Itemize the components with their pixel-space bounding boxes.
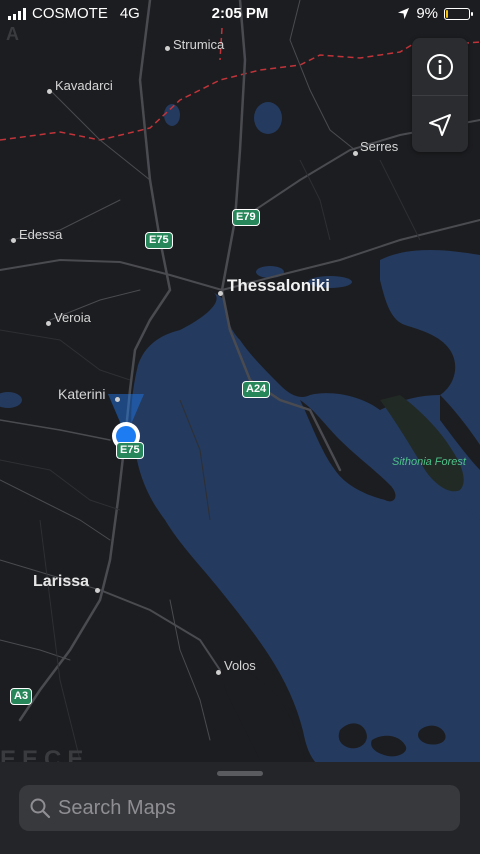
lake-kerkini (254, 102, 282, 134)
city-dot-larissa (95, 588, 100, 593)
current-location-button[interactable] (412, 95, 468, 152)
city-dot-thessaloniki (218, 291, 223, 296)
city-label-larissa[interactable]: Larissa (33, 573, 89, 591)
city-label-veroia[interactable]: Veroia (54, 310, 91, 325)
road-shield-e75-north: E75 (145, 232, 173, 249)
city-label-kavadarci[interactable]: Kavadarci (55, 78, 113, 93)
city-label-thessaloniki[interactable]: Thessaloniki (227, 276, 330, 296)
road-shield-e79: E79 (232, 209, 260, 226)
city-label-volos[interactable]: Volos (224, 658, 256, 673)
info-button[interactable] (412, 38, 468, 95)
city-label-strumica[interactable]: Strumica (173, 37, 224, 52)
city-label-katerini[interactable]: Katerini (58, 386, 105, 402)
city-dot-veroia (46, 321, 51, 326)
location-services-icon (398, 7, 410, 20)
search-field[interactable]: Search Maps (19, 785, 460, 831)
road-shield-a3: A3 (10, 688, 33, 705)
search-icon (30, 798, 51, 819)
city-dot-strumica (165, 46, 170, 51)
city-dot-volos (216, 670, 221, 675)
city-label-serres[interactable]: Serres (360, 139, 398, 154)
road-shield-a24: A24 (242, 381, 271, 398)
city-dot-edessa (11, 238, 16, 243)
bottom-sheet[interactable]: Search Maps (0, 762, 480, 854)
city-label-edessa[interactable]: Edessa (19, 227, 62, 242)
feature-label-sithonia-forest: Sithonia Forest (392, 456, 466, 468)
location-arrow-icon (429, 113, 451, 136)
road-shield-e75-south: E75 (116, 442, 144, 459)
sheet-grabber[interactable] (217, 771, 263, 776)
battery-icon (444, 7, 473, 20)
battery-percent: 9% (416, 5, 438, 22)
city-dot-katerini (115, 397, 120, 402)
map-controls (412, 38, 468, 152)
city-dot-kavadarci (47, 89, 52, 94)
map-canvas[interactable] (0, 0, 480, 854)
status-bar: COSMOTE 4G 2:05 PM 9% (0, 0, 480, 28)
info-icon (427, 53, 453, 80)
city-dot-serres (353, 151, 358, 156)
search-placeholder[interactable]: Search Maps (58, 797, 176, 820)
